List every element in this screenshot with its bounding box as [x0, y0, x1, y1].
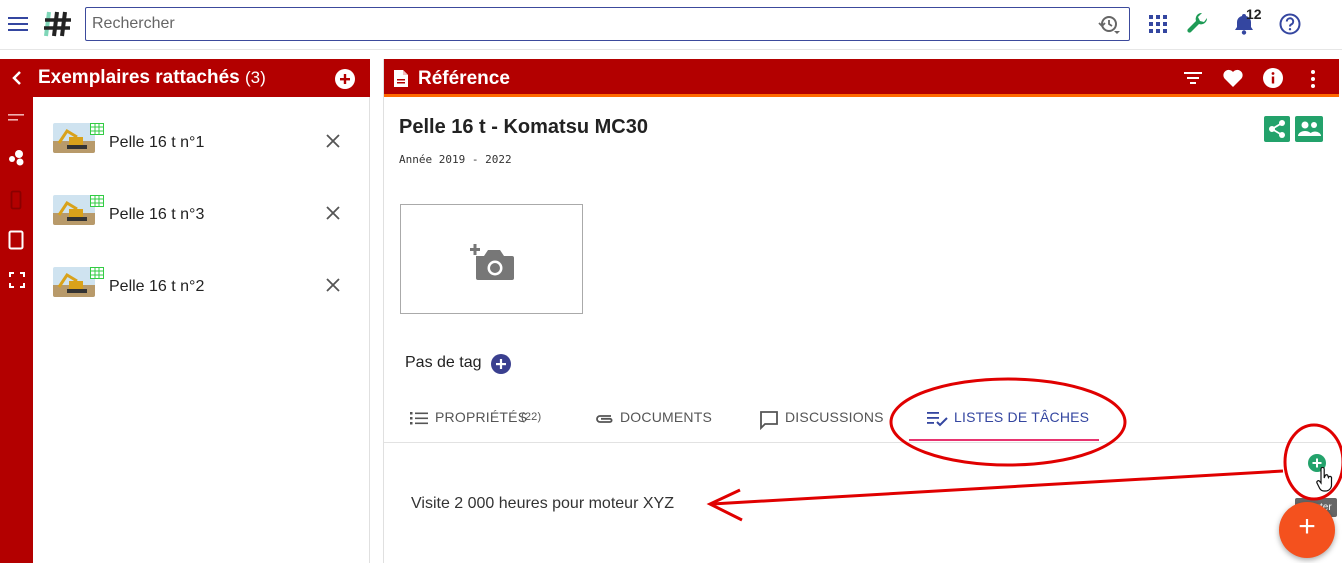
list-item[interactable]: Pelle 16 t n°1 [33, 117, 370, 177]
document-icon [394, 70, 408, 87]
grid-badge-icon [90, 123, 104, 135]
phone-icon[interactable] [10, 190, 22, 210]
item-label: Pelle 16 t n°3 [109, 206, 205, 223]
fab-plus-label: + [1298, 510, 1316, 543]
panel-title: Exemplaires rattachés (3) [38, 67, 266, 89]
grid-badge-icon [90, 267, 104, 279]
photo-upload-box[interactable] [400, 204, 583, 314]
paperclip-icon [596, 415, 613, 423]
attached-items-panel: Exemplaires rattachés (3) Pelle 16 t n°1… [33, 59, 370, 563]
heart-icon[interactable] [1222, 69, 1244, 88]
chat-icon [760, 411, 778, 430]
collapse-chevron-icon[interactable] [9, 70, 25, 86]
tab-properties[interactable]: PROPRIÉTÉS (22) [404, 397, 574, 443]
more-vert-icon[interactable] [1309, 69, 1317, 89]
item-label: Pelle 16 t n°2 [109, 278, 205, 295]
add-tag-icon[interactable] [490, 353, 512, 375]
hand-cursor-icon [1316, 467, 1333, 492]
apps-grid-icon[interactable] [1149, 15, 1167, 33]
tab-documents[interactable]: DOCUMENTS [589, 397, 719, 443]
list-item[interactable]: Pelle 16 t n°3 [33, 189, 370, 249]
hamburger-icon[interactable] [7, 13, 29, 35]
filter-lines-icon[interactable] [8, 112, 26, 124]
tab-label: LISTES DE TÂCHES [954, 409, 1090, 425]
info-icon[interactable] [1263, 68, 1283, 88]
tab-bar: PROPRIÉTÉS (22) DOCUMENTS DISCUSSIONS LI… [384, 397, 1339, 443]
tab-label: DISCUSSIONS [785, 409, 884, 425]
excavator-thumbnail [53, 267, 95, 297]
tab-label: DOCUMENTS [620, 409, 713, 425]
filter-icon[interactable] [1184, 70, 1202, 86]
people-icon[interactable] [1295, 116, 1323, 142]
panel-count: (3) [245, 68, 266, 87]
close-icon[interactable] [323, 203, 343, 223]
list-icon [410, 412, 428, 425]
close-icon[interactable] [323, 275, 343, 295]
item-label: Pelle 16 t n°1 [109, 134, 205, 151]
reference-header-title: Référence [418, 68, 510, 89]
search-input[interactable] [92, 8, 1082, 40]
fullscreen-icon[interactable] [9, 272, 25, 288]
reference-subtitle: Année 2019 - 2022 [399, 153, 512, 166]
reference-title: Pelle 16 t - Komatsu MC30 [399, 116, 648, 138]
list-item[interactable]: Pelle 16 t n°2 [33, 261, 370, 321]
search-history-icon[interactable] [1096, 14, 1120, 36]
side-rail [0, 59, 33, 563]
floating-add-button[interactable]: + [1279, 502, 1335, 558]
tab-discussions[interactable]: DISCUSSIONS [754, 397, 894, 443]
help-icon[interactable] [1279, 13, 1301, 35]
reference-panel: Référence Pelle 16 t - Komatsu MC30 Anné… [383, 59, 1339, 563]
excavator-thumbnail [53, 195, 95, 225]
checklist-icon [927, 412, 948, 427]
app-logo-icon[interactable] [43, 10, 73, 38]
excavator-thumbnail [53, 123, 95, 153]
attached-items-header: Exemplaires rattachés (3) [33, 59, 370, 97]
notification-count-badge: 12 [1246, 6, 1262, 22]
tab-count: (22) [521, 411, 542, 423]
tab-label: PROPRIÉTÉS [435, 409, 528, 425]
tag-empty-label: Pas de tag [405, 354, 482, 371]
reference-header: Référence [384, 59, 1339, 97]
tab-task-lists[interactable]: LISTES DE TÂCHES [919, 397, 1099, 443]
wrench-icon[interactable] [1186, 12, 1210, 36]
close-icon[interactable] [323, 131, 343, 151]
task-list-item[interactable]: Visite 2 000 heures pour moteur XYZ [411, 495, 674, 513]
app-window: 12 Exemplaires ratta [0, 0, 1342, 563]
active-tab-indicator [909, 439, 1099, 441]
add-photo-icon [470, 244, 514, 280]
share-icon[interactable] [1264, 116, 1290, 142]
tablet-icon[interactable] [8, 230, 24, 250]
search-bar[interactable] [85, 7, 1130, 41]
grid-badge-icon [90, 195, 104, 207]
panel-title-text: Exemplaires rattachés [38, 67, 240, 88]
top-bar: 12 [0, 0, 1342, 50]
bubbles-icon[interactable] [7, 149, 27, 167]
add-circle-icon[interactable] [334, 68, 356, 90]
